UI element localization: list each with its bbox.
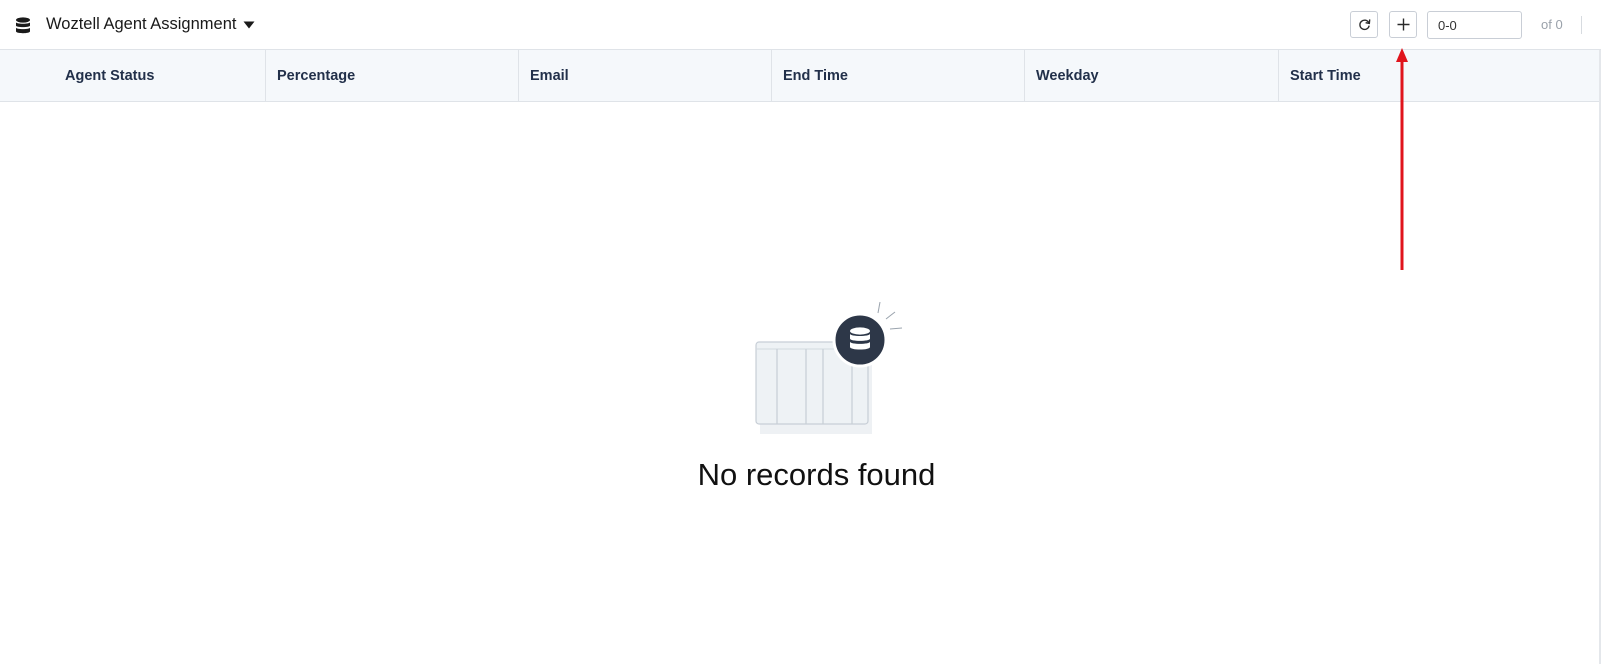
plus-icon	[1397, 18, 1409, 31]
add-record-button[interactable]	[1389, 11, 1417, 38]
table-header-row: Agent Status Percentage Email End Time W…	[0, 50, 1601, 102]
pagination-range-input[interactable]	[1427, 11, 1522, 39]
model-title[interactable]: Woztell Agent Assignment	[46, 15, 236, 34]
column-header-end-time[interactable]: End Time	[772, 50, 1025, 101]
database-icon	[850, 327, 870, 350]
empty-table-illustration	[755, 302, 903, 434]
database-icon	[16, 17, 30, 34]
pagination-total: of 0	[1541, 17, 1563, 32]
column-header-weekday[interactable]: Weekday	[1025, 50, 1279, 101]
empty-state-message: No records found	[697, 457, 936, 492]
toolbar-divider	[1581, 16, 1582, 34]
column-header-agent-status[interactable]: Agent Status	[0, 50, 266, 101]
caret-down-icon[interactable]	[243, 21, 255, 29]
column-header-email[interactable]: Email	[519, 50, 772, 101]
column-header-percentage[interactable]: Percentage	[266, 50, 519, 101]
column-header-start-time[interactable]: Start Time	[1279, 50, 1601, 101]
refresh-icon	[1358, 19, 1370, 31]
toolbar: Woztell Agent Assignment of 0	[0, 0, 1601, 50]
page: Woztell Agent Assignment of 0 Agent Stat…	[0, 0, 1601, 664]
refresh-button[interactable]	[1350, 11, 1378, 38]
arrow-up-icon	[1396, 48, 1408, 270]
